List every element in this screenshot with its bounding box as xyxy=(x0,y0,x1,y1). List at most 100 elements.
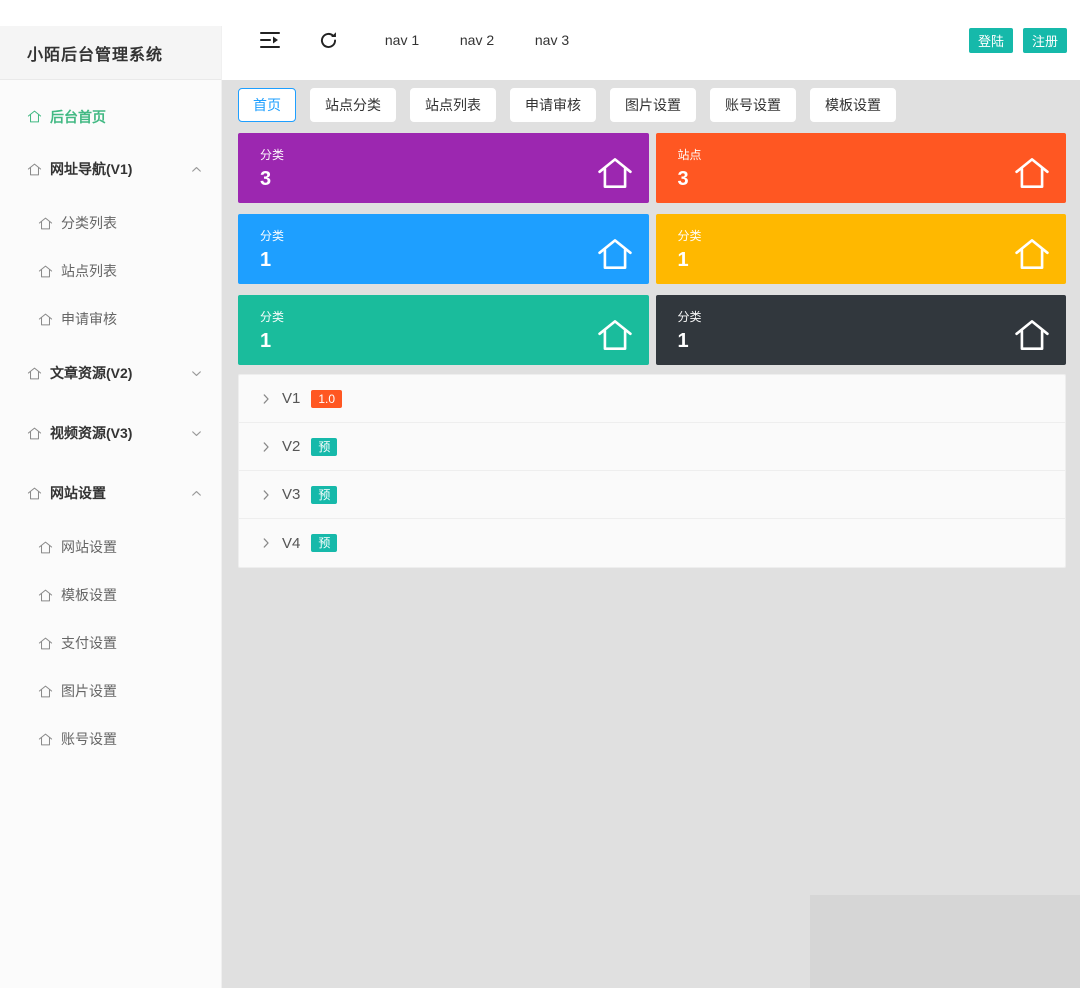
tab-apply-review[interactable]: 申请审核 xyxy=(510,88,596,122)
chevron-down-icon xyxy=(190,367,203,380)
collapse-row-label: V3 xyxy=(282,486,300,503)
sidebar-item-label: 支付设置 xyxy=(61,633,117,653)
register-button[interactable]: 注册 xyxy=(1023,28,1067,53)
sidebar-group-url-nav-v1[interactable]: 网址导航(V1) xyxy=(0,139,221,199)
tab-site-list[interactable]: 站点列表 xyxy=(410,88,496,122)
nav-links: nav 1 nav 2 nav 3 xyxy=(381,32,606,48)
stat-card-category-purple: 分类 3 xyxy=(238,133,649,203)
chevron-right-icon xyxy=(259,536,273,550)
sidebar-item-site-settings[interactable]: 网站设置 xyxy=(0,523,221,571)
stat-card-label: 分类 xyxy=(260,146,649,163)
home-icon xyxy=(38,636,53,651)
home-icon xyxy=(27,486,42,501)
sidebar-item-label: 模板设置 xyxy=(61,585,117,605)
sidebar-group-site-settings[interactable]: 网站设置 xyxy=(0,463,221,523)
home-icon xyxy=(27,162,42,177)
home-icon xyxy=(38,216,53,231)
chevron-right-icon xyxy=(259,392,273,406)
sidebar-group-label: 文章资源(V2) xyxy=(50,363,132,383)
sidebar-item-apply-review[interactable]: 申请审核 xyxy=(0,295,221,343)
stat-card-category-teal: 分类 1 xyxy=(238,295,649,365)
sidebar-item-account-settings[interactable]: 账号设置 xyxy=(0,715,221,763)
stat-card-label: 分类 xyxy=(678,227,1067,244)
version-badge: 预 xyxy=(311,534,337,552)
stat-card-label: 分类 xyxy=(678,308,1067,325)
house-icon xyxy=(596,235,634,273)
nav-link-3[interactable]: nav 3 xyxy=(531,32,573,48)
chevron-right-icon xyxy=(259,488,273,502)
auth-buttons: 登陆 注册 xyxy=(969,28,1067,53)
home-icon xyxy=(38,540,53,555)
home-icon xyxy=(38,264,53,279)
house-icon xyxy=(1013,154,1051,192)
stat-card-value: 3 xyxy=(260,168,649,191)
top-navbar: nav 1 nav 2 nav 3 登陆 注册 xyxy=(222,0,1080,80)
main-content: 首页 站点分类 站点列表 申请审核 图片设置 账号设置 模板设置 分类 3 站点… xyxy=(222,80,1080,988)
tab-image-settings[interactable]: 图片设置 xyxy=(610,88,696,122)
version-badge: 1.0 xyxy=(311,390,342,408)
sidebar-group-label: 网址导航(V1) xyxy=(50,159,132,179)
home-icon xyxy=(38,312,53,327)
login-button[interactable]: 登陆 xyxy=(969,28,1013,53)
stat-card-category-yellow: 分类 1 xyxy=(656,214,1067,284)
tab-template-settings[interactable]: 模板设置 xyxy=(810,88,896,122)
chevron-down-icon xyxy=(190,427,203,440)
tab-bar: 首页 站点分类 站点列表 申请审核 图片设置 账号设置 模板设置 xyxy=(238,88,1066,122)
sidebar-item-category-list[interactable]: 分类列表 xyxy=(0,199,221,247)
stat-card-label: 分类 xyxy=(260,227,649,244)
collapse-row-v1[interactable]: V1 1.0 xyxy=(239,375,1065,423)
nav-link-1[interactable]: nav 1 xyxy=(381,32,423,48)
stat-card-value: 1 xyxy=(678,330,1067,353)
stat-card-label: 站点 xyxy=(678,146,1067,163)
home-icon xyxy=(27,366,42,381)
collapse-menu-icon[interactable] xyxy=(258,28,282,52)
sidebar-item-label: 申请审核 xyxy=(61,309,117,329)
version-badge: 预 xyxy=(311,438,337,456)
collapse-row-label: V1 xyxy=(282,390,300,407)
house-icon xyxy=(1013,235,1051,273)
sidebar-header: 小陌后台管理系统 xyxy=(0,26,221,80)
collapse-row-label: V4 xyxy=(282,535,300,552)
home-icon xyxy=(27,109,42,124)
sidebar-item-label: 图片设置 xyxy=(61,681,117,701)
house-icon xyxy=(596,316,634,354)
house-icon xyxy=(596,154,634,192)
stat-card-value: 1 xyxy=(678,249,1067,272)
tab-account-settings[interactable]: 账号设置 xyxy=(710,88,796,122)
sidebar-group-article-res-v2[interactable]: 文章资源(V2) xyxy=(0,343,221,403)
sidebar-item-image-settings[interactable]: 图片设置 xyxy=(0,667,221,715)
sidebar: 小陌后台管理系统 后台首页 网址导航(V1) 分类列表 站点列表 申请审核 文章… xyxy=(0,26,222,988)
refresh-icon[interactable] xyxy=(318,30,339,51)
tab-home[interactable]: 首页 xyxy=(238,88,296,122)
sidebar-group-label: 视频资源(V3) xyxy=(50,423,132,443)
watermark xyxy=(810,895,1080,988)
home-icon xyxy=(38,588,53,603)
collapse-row-v4[interactable]: V4 预 xyxy=(239,519,1065,567)
stat-cards: 分类 3 站点 3 分类 1 分类 1 分类 1 分类 1 xyxy=(238,133,1066,365)
app-title: 小陌后台管理系统 xyxy=(27,41,163,65)
nav-link-2[interactable]: nav 2 xyxy=(456,32,498,48)
sidebar-menu: 后台首页 网址导航(V1) 分类列表 站点列表 申请审核 文章资源(V2) xyxy=(0,80,221,763)
chevron-up-icon xyxy=(190,487,203,500)
stat-card-value: 3 xyxy=(678,168,1067,191)
sidebar-item-template-settings[interactable]: 模板设置 xyxy=(0,571,221,619)
stat-card-category-dark: 分类 1 xyxy=(656,295,1067,365)
sidebar-item-label: 后台首页 xyxy=(50,107,106,127)
version-collapse-panel: V1 1.0 V2 预 V3 预 V4 预 xyxy=(238,374,1066,568)
collapse-row-v2[interactable]: V2 预 xyxy=(239,423,1065,471)
stat-card-label: 分类 xyxy=(260,308,649,325)
sidebar-group-label: 网站设置 xyxy=(50,483,106,503)
chevron-up-icon xyxy=(190,163,203,176)
sidebar-item-backend-home[interactable]: 后台首页 xyxy=(0,94,221,139)
home-icon xyxy=(38,684,53,699)
sidebar-item-label: 站点列表 xyxy=(61,261,117,281)
collapse-row-v3[interactable]: V3 预 xyxy=(239,471,1065,519)
home-icon xyxy=(38,732,53,747)
sidebar-item-site-list[interactable]: 站点列表 xyxy=(0,247,221,295)
tab-site-category[interactable]: 站点分类 xyxy=(310,88,396,122)
sidebar-group-video-res-v3[interactable]: 视频资源(V3) xyxy=(0,403,221,463)
version-badge: 预 xyxy=(311,486,337,504)
sidebar-item-payment-settings[interactable]: 支付设置 xyxy=(0,619,221,667)
sidebar-item-label: 网站设置 xyxy=(61,537,117,557)
collapse-row-label: V2 xyxy=(282,438,300,455)
